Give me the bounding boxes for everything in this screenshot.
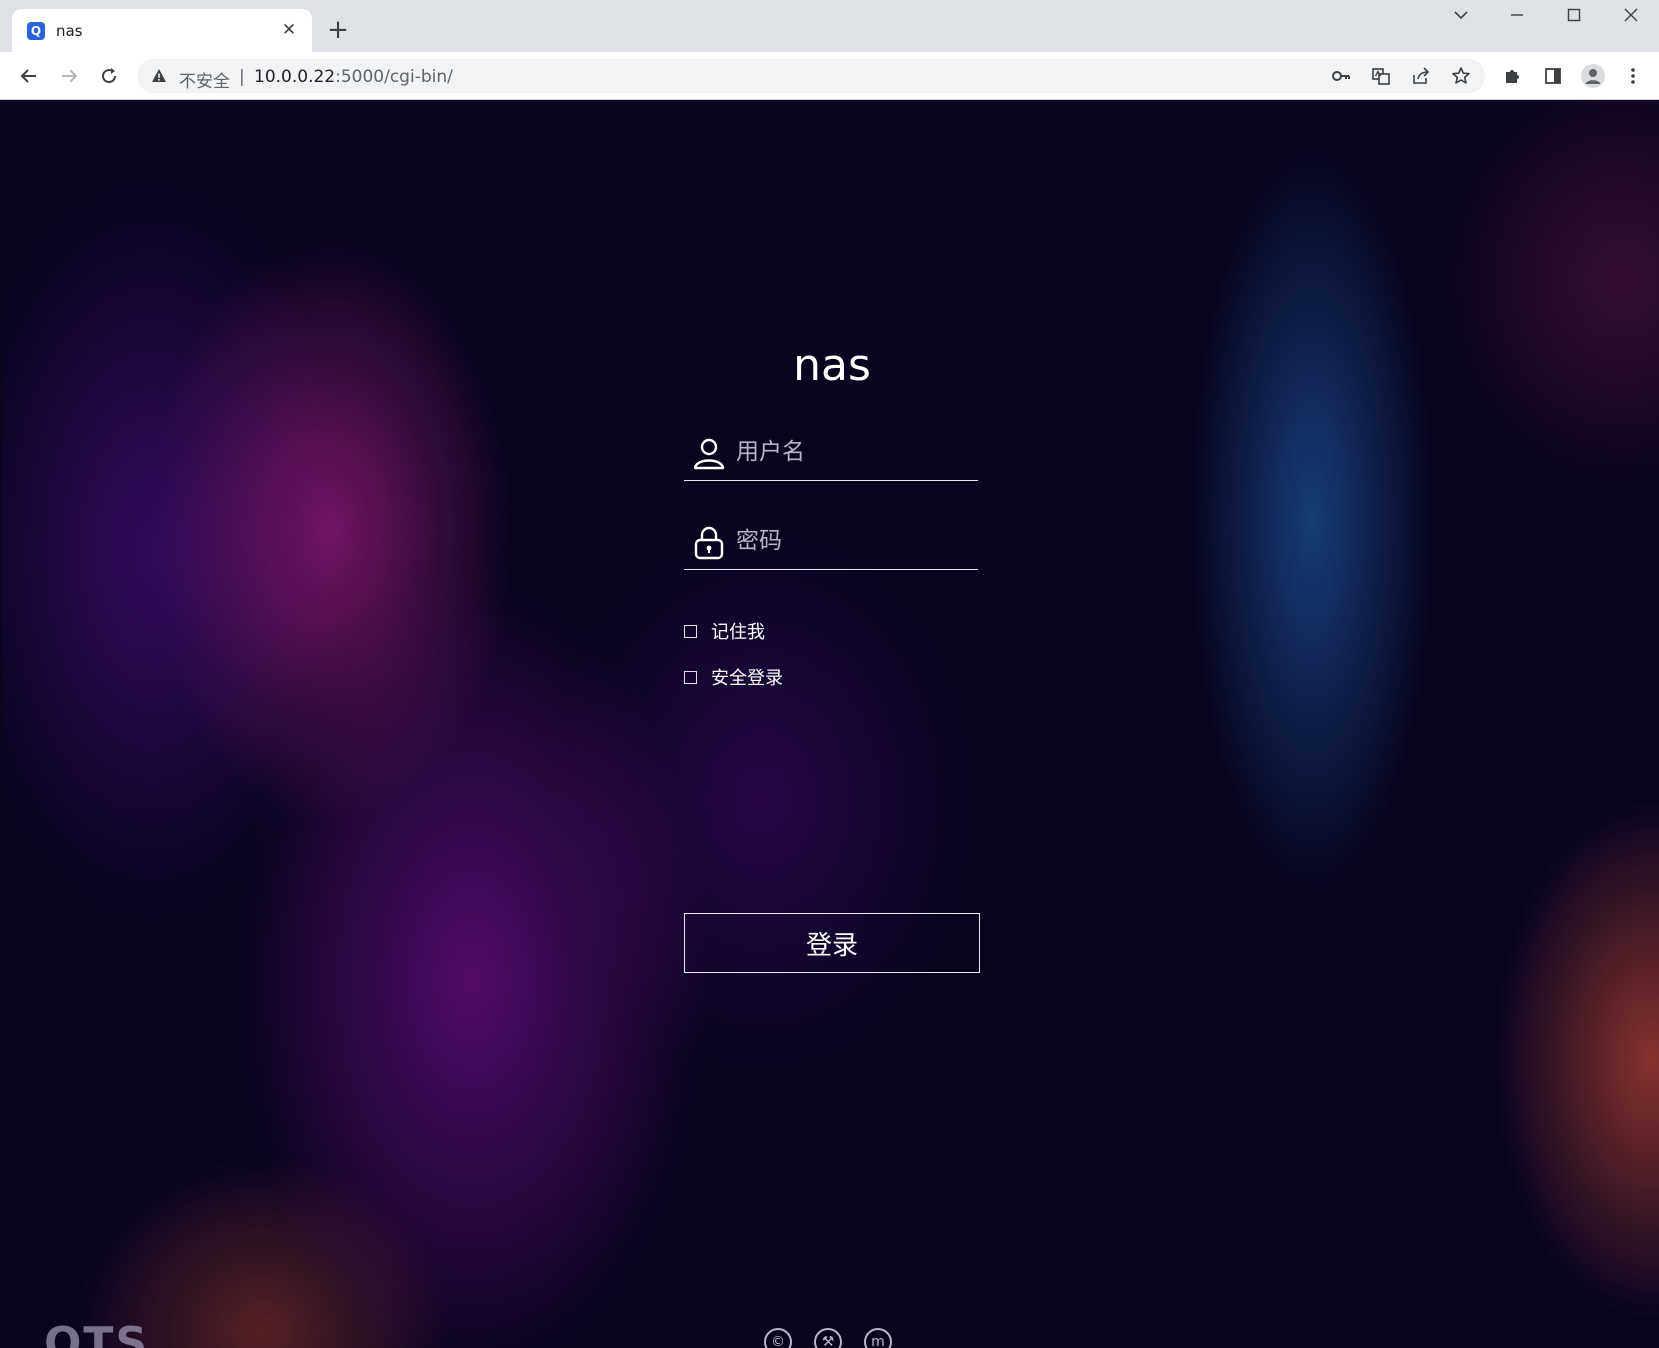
maximize-icon — [1567, 8, 1581, 22]
browser-menu-button[interactable] — [1617, 60, 1649, 92]
browser-tab-strip: Q nas ✕ + — [0, 0, 1659, 52]
footer-icon-bar: © ⚒ m — [764, 1328, 892, 1348]
close-icon — [1624, 8, 1638, 22]
secure-login-checkbox[interactable] — [684, 670, 697, 684]
translate-button[interactable] — [1370, 65, 1392, 87]
bookmark-button[interactable] — [1450, 65, 1472, 87]
page-title: nas — [793, 340, 871, 391]
star-icon — [1452, 67, 1470, 84]
minimize-button[interactable] — [1494, 0, 1540, 30]
share-button[interactable] — [1410, 65, 1432, 87]
back-button[interactable] — [13, 60, 45, 92]
url-text[interactable]: 10.0.0.22:5000/cgi-bin/ — [254, 67, 453, 87]
remember-me-label[interactable]: 记住我 — [711, 618, 765, 644]
username-field[interactable] — [684, 424, 978, 481]
tab-search-button[interactable] — [1438, 0, 1484, 30]
close-window-button[interactable] — [1608, 0, 1654, 30]
warning-icon — [152, 69, 166, 82]
new-tab-button[interactable]: + — [324, 17, 352, 45]
login-button[interactable]: 登录 — [684, 913, 980, 973]
lock-icon — [694, 526, 724, 560]
reload-icon — [102, 68, 117, 84]
translate-icon — [1372, 68, 1390, 85]
maximize-button[interactable] — [1551, 0, 1597, 30]
extensions-button[interactable] — [1497, 60, 1529, 92]
password-input[interactable] — [736, 523, 972, 559]
key-icon — [1332, 71, 1350, 81]
remember-me-checkbox[interactable] — [684, 624, 697, 638]
side-panel-button[interactable] — [1537, 60, 1569, 92]
chevron-down-icon — [1454, 11, 1468, 20]
username-input[interactable] — [736, 434, 972, 470]
browser-toolbar: 不安全 | 10.0.0.22:5000/cgi-bin/ — [0, 52, 1659, 100]
minimize-icon — [1511, 14, 1523, 16]
password-field[interactable] — [684, 513, 978, 570]
m-icon[interactable]: m — [864, 1328, 892, 1348]
tab-title: nas — [56, 22, 83, 40]
remember-me-option[interactable]: 记住我 — [684, 619, 765, 643]
user-icon — [693, 438, 725, 470]
arrow-right-icon — [62, 69, 78, 83]
side-panel-icon — [1545, 68, 1561, 84]
security-status-label[interactable]: 不安全 — [179, 67, 230, 92]
more-vertical-icon — [1631, 68, 1635, 84]
qts-logo: QTS — [44, 1318, 150, 1348]
avatar-icon — [1581, 64, 1605, 88]
puzzle-icon — [1506, 70, 1519, 83]
secure-login-option[interactable]: 安全登录 — [684, 665, 783, 689]
secure-login-label[interactable]: 安全登录 — [711, 664, 783, 690]
tool-icon[interactable]: ⚒ — [814, 1328, 842, 1348]
password-key-button[interactable] — [1330, 65, 1352, 87]
address-separator: | — [239, 67, 245, 87]
arrow-left-icon — [20, 69, 36, 83]
share-icon — [1413, 67, 1430, 84]
page-viewport: nas 记住我 安全登录 登录 QTS — [2, 100, 1659, 1348]
browser-tab[interactable]: Q nas ✕ — [12, 9, 312, 52]
reload-button[interactable] — [93, 60, 125, 92]
copyright-icon[interactable]: © — [764, 1328, 792, 1348]
tab-close-icon[interactable]: ✕ — [278, 19, 300, 41]
url-host: 10.0.0.22 — [254, 67, 336, 87]
address-bar[interactable]: 不安全 | 10.0.0.22:5000/cgi-bin/ — [137, 59, 1485, 93]
site-favicon-icon: Q — [27, 22, 45, 40]
forward-button[interactable] — [53, 60, 85, 92]
url-path: :5000/cgi-bin/ — [335, 67, 453, 87]
profile-button[interactable] — [1577, 60, 1609, 92]
